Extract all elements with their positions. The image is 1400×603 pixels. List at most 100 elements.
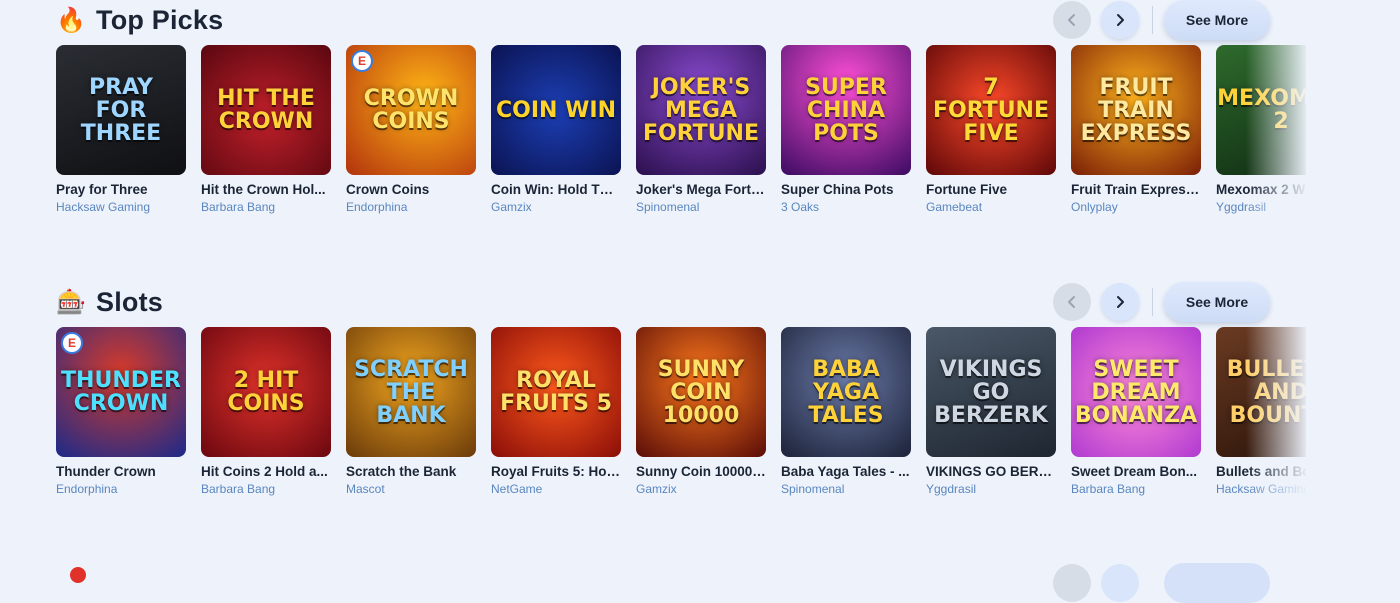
game-provider[interactable]: NetGame	[491, 482, 621, 496]
fire-icon: 🔥	[56, 6, 86, 34]
see-more-button[interactable]: See More	[1164, 282, 1270, 322]
game-card[interactable]: VIKINGS GO BERZERK VIKINGS GO BERZE... Ygg…	[926, 327, 1056, 496]
game-thumbnail[interactable]: 2 HIT COINS	[201, 327, 331, 457]
game-thumbnail[interactable]: SUNNY COIN 10000	[636, 327, 766, 457]
prev-button[interactable]	[1053, 283, 1091, 321]
game-thumbnail[interactable]: VIKINGS GO BERZERK	[926, 327, 1056, 457]
game-thumbnail[interactable]: FRUIT TRAIN EXPRESS	[1071, 45, 1201, 175]
games-row: PRAY FOR THREE Pray for Three Hacksaw Gami…	[56, 45, 1306, 225]
game-logo-art: COIN WIN	[496, 97, 616, 123]
game-logo-art: VIKINGS GO BERZERK	[934, 356, 1048, 428]
game-card[interactable]: 2 HIT COINS Hit Coins 2 Hold a... Barbara …	[201, 327, 331, 496]
game-provider[interactable]: Gamzix	[491, 200, 621, 214]
game-provider[interactable]: Hacksaw Gaming	[56, 200, 186, 214]
game-card[interactable]: THUNDER CROWN E Thunder Crown Endorphina	[56, 327, 186, 496]
game-title[interactable]: Crown Coins	[346, 182, 476, 197]
next-button[interactable]	[1101, 1, 1139, 39]
next-button[interactable]	[1101, 283, 1139, 321]
game-card[interactable]: FRUIT TRAIN EXPRESS Fruit Train Express..…	[1071, 45, 1201, 214]
prev-button-peek[interactable]	[1053, 564, 1091, 602]
game-thumbnail[interactable]: SUPER CHINA POTS	[781, 45, 911, 175]
game-provider[interactable]: Onlyplay	[1071, 200, 1201, 214]
game-title[interactable]: Coin Win: Hold The...	[491, 182, 621, 197]
game-card[interactable]: BABA YAGA TALES Baba Yaga Tales - ... Spin…	[781, 327, 911, 496]
row-fade-overlay	[1246, 327, 1306, 507]
game-thumbnail[interactable]: HIT THE CROWN	[201, 45, 331, 175]
game-logo-art: SUNNY COIN 10000	[657, 356, 745, 428]
game-provider[interactable]: Barbara Bang	[201, 482, 331, 496]
game-card[interactable]: PRAY FOR THREE Pray for Three Hacksaw Gami…	[56, 45, 186, 214]
game-logo-art: 7 FORTUNE FIVE	[933, 74, 1049, 146]
game-provider[interactable]: Gamebeat	[926, 200, 1056, 214]
game-card[interactable]: JOKER'S MEGA FORTUNE Joker's Mega Fortu..…	[636, 45, 766, 214]
game-logo-art: BABA YAGA TALES	[808, 356, 884, 428]
game-logo-art: JOKER'S MEGA FORTUNE	[643, 74, 759, 146]
game-provider[interactable]: Endorphina	[56, 482, 186, 496]
game-title[interactable]: Fruit Train Express...	[1071, 182, 1201, 197]
game-title[interactable]: VIKINGS GO BERZE...	[926, 464, 1056, 479]
prev-button[interactable]	[1053, 1, 1091, 39]
game-provider[interactable]: 3 Oaks	[781, 200, 911, 214]
section-header: 🎰 Slots	[56, 282, 163, 322]
game-title[interactable]: Super China Pots	[781, 182, 911, 197]
game-provider[interactable]: Yggdrasil	[926, 482, 1056, 496]
game-thumbnail[interactable]: COIN WIN	[491, 45, 621, 175]
game-logo-art: THUNDER CROWN	[61, 368, 181, 416]
game-title[interactable]: Sunny Coin 10000: ...	[636, 464, 766, 479]
game-provider[interactable]: Barbara Bang	[1071, 482, 1201, 496]
next-button-peek[interactable]	[1101, 564, 1139, 602]
game-logo-art: SWEET DREAM BONANZA	[1074, 356, 1198, 428]
chevron-right-icon	[1117, 14, 1124, 26]
section-title: Top Picks	[96, 4, 224, 35]
game-logo-art: SUPER CHINA POTS	[805, 74, 887, 146]
game-provider[interactable]: Endorphina	[346, 200, 476, 214]
game-provider[interactable]: Gamzix	[636, 482, 766, 496]
game-card[interactable]: SCRATCH THE BANK Scratch the Bank Mascot	[346, 327, 476, 496]
game-thumbnail[interactable]: ROYAL FRUITS 5	[491, 327, 621, 457]
game-title[interactable]: Pray for Three	[56, 182, 186, 197]
game-title[interactable]: Thunder Crown	[56, 464, 186, 479]
game-card[interactable]: 7 FORTUNE FIVE Fortune Five Gamebeat	[926, 45, 1056, 214]
game-card[interactable]: SUNNY COIN 10000 Sunny Coin 10000: ... Gam…	[636, 327, 766, 496]
game-logo-art: HIT THE CROWN	[217, 86, 315, 134]
chevron-left-icon	[1068, 14, 1075, 26]
game-thumbnail[interactable]: CROWN COINS E	[346, 45, 476, 175]
game-provider[interactable]: Spinomenal	[636, 200, 766, 214]
see-more-button[interactable]: See More	[1164, 0, 1270, 40]
game-title[interactable]: Hit Coins 2 Hold a...	[201, 464, 331, 479]
game-title[interactable]: Hit the Crown Hol...	[201, 182, 331, 197]
game-title[interactable]: Royal Fruits 5: Hol...	[491, 464, 621, 479]
game-provider[interactable]: Mascot	[346, 482, 476, 496]
game-logo-art: 2 HIT COINS	[227, 368, 305, 416]
see-more-button-peek[interactable]	[1164, 563, 1270, 603]
game-title[interactable]: Sweet Dream Bon...	[1071, 464, 1201, 479]
game-thumbnail[interactable]: SWEET DREAM BONANZA	[1071, 327, 1201, 457]
game-thumbnail[interactable]: SCRATCH THE BANK	[346, 327, 476, 457]
game-card[interactable]: SWEET DREAM BONANZA Sweet Dream Bon... Bar…	[1071, 327, 1201, 496]
game-logo-art: CROWN COINS	[363, 86, 459, 134]
game-card[interactable]: COIN WIN Coin Win: Hold The... Gamzix	[491, 45, 621, 214]
provider-badge-icon: E	[61, 332, 83, 354]
game-thumbnail[interactable]: PRAY FOR THREE	[56, 45, 186, 175]
game-thumbnail[interactable]: 7 FORTUNE FIVE	[926, 45, 1056, 175]
game-title[interactable]: Joker's Mega Fortu...	[636, 182, 766, 197]
game-thumbnail[interactable]: JOKER'S MEGA FORTUNE	[636, 45, 766, 175]
game-provider[interactable]: Barbara Bang	[201, 200, 331, 214]
game-title[interactable]: Fortune Five	[926, 182, 1056, 197]
game-logo-art: ROYAL FRUITS 5	[500, 368, 612, 416]
chevron-left-icon	[1068, 296, 1075, 308]
game-thumbnail[interactable]: BABA YAGA TALES	[781, 327, 911, 457]
game-card[interactable]: HIT THE CROWN Hit the Crown Hol... Barbara…	[201, 45, 331, 214]
game-thumbnail[interactable]: THUNDER CROWN E	[56, 327, 186, 457]
game-card[interactable]: ROYAL FRUITS 5 Royal Fruits 5: Hol... NetG…	[491, 327, 621, 496]
games-row: THUNDER CROWN E Thunder Crown Endorphina 2 H…	[56, 327, 1306, 507]
section-header: 🔥 Top Picks	[56, 0, 223, 40]
game-title[interactable]: Scratch the Bank	[346, 464, 476, 479]
game-card[interactable]: SUPER CHINA POTS Super China Pots 3 Oaks	[781, 45, 911, 214]
game-title[interactable]: Baba Yaga Tales - ...	[781, 464, 911, 479]
provider-badge-icon: E	[351, 50, 373, 72]
game-card[interactable]: CROWN COINS E Crown Coins Endorphina	[346, 45, 476, 214]
slot-machine-icon: 🎰	[56, 288, 86, 316]
game-provider[interactable]: Spinomenal	[781, 482, 911, 496]
game-logo-art: FRUIT TRAIN EXPRESS	[1080, 74, 1192, 146]
